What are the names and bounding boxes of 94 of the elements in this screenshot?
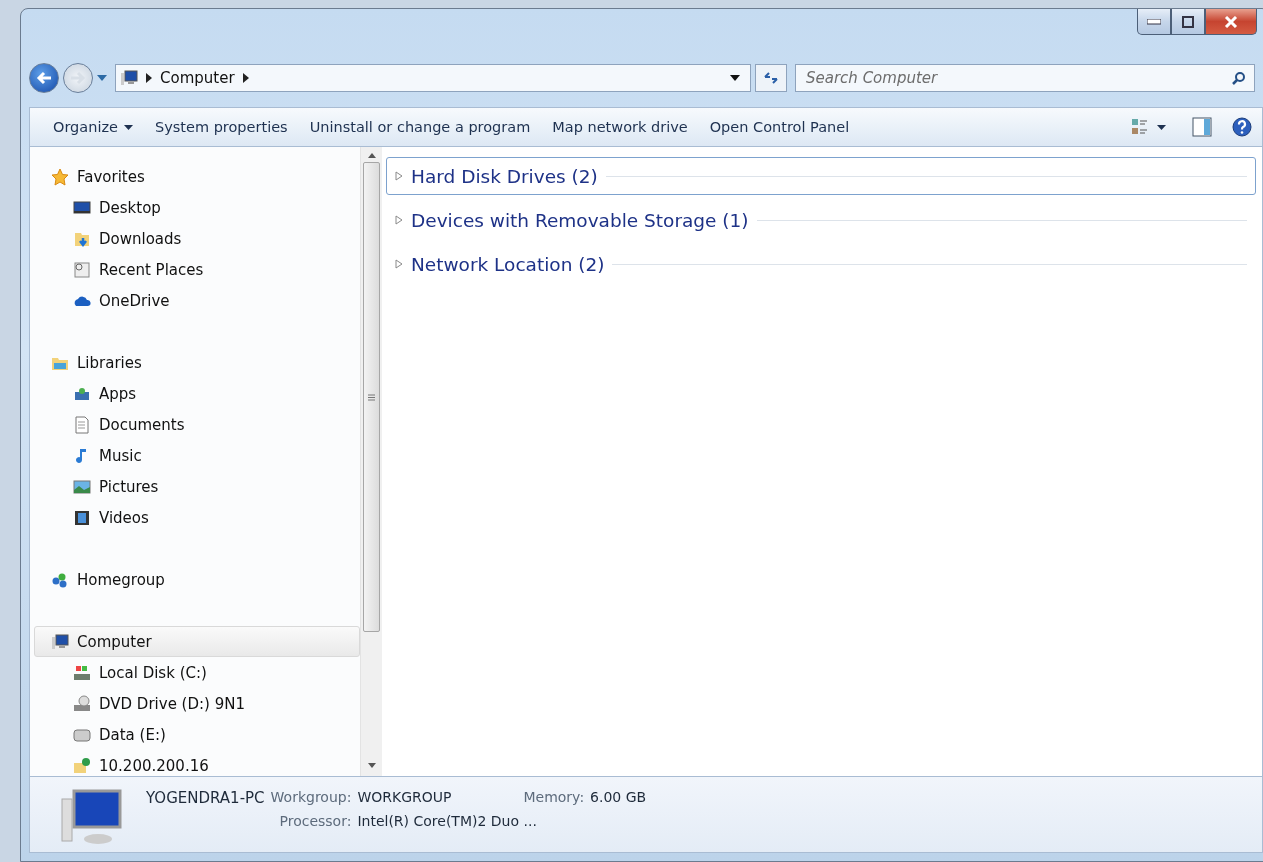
scrollbar[interactable] — [360, 147, 382, 776]
close-button[interactable] — [1205, 9, 1257, 35]
restore-icon — [1182, 15, 1194, 28]
nav-label: Apps — [99, 384, 137, 403]
right-arrow-icon — [70, 71, 86, 85]
scroll-down-icon[interactable] — [367, 763, 376, 768]
nav-label: Recent Places — [99, 260, 204, 279]
collapsed-icon — [395, 171, 403, 181]
nav-item[interactable]: Videos — [34, 502, 360, 533]
refresh-button[interactable] — [755, 64, 787, 92]
nav-item[interactable]: Documents — [34, 409, 360, 440]
toolbar-button[interactable]: Map network drive — [541, 113, 699, 141]
field-label: Processor: — [278, 813, 352, 829]
search-icon — [1232, 71, 1246, 85]
pictures-icon — [73, 477, 91, 496]
group-header[interactable]: Network Location (2) — [386, 245, 1256, 283]
nav-item[interactable]: Data (E:) — [34, 719, 360, 750]
nav-item[interactable]: OneDrive — [34, 285, 360, 316]
caret-icon[interactable] — [1157, 124, 1166, 130]
minimize-icon — [1147, 18, 1161, 25]
toolbar-button[interactable]: System properties — [143, 113, 299, 141]
videos-icon — [73, 508, 91, 527]
dropdown-icon[interactable] — [730, 75, 740, 81]
refresh-icon — [763, 71, 779, 85]
minimize-button[interactable] — [1137, 9, 1171, 35]
nav-label: Homegroup — [77, 570, 165, 589]
help-icon[interactable] — [1232, 117, 1252, 137]
nav-item[interactable]: Music — [34, 440, 360, 471]
search-input[interactable]: Search Computer — [804, 68, 1232, 88]
computer-icon — [120, 69, 138, 87]
toolbar-button[interactable]: Open Control Panel — [698, 113, 861, 141]
dvd-icon — [73, 694, 91, 713]
nav-label: Favorites — [77, 167, 145, 186]
disk-icon — [73, 663, 91, 682]
close-icon — [1224, 15, 1238, 28]
nav-item[interactable]: Apps — [34, 378, 360, 409]
nav-label: OneDrive — [99, 291, 170, 310]
nav-label: 10.200.200.16 — [99, 756, 209, 775]
group-header[interactable]: Hard Disk Drives (2) — [386, 157, 1256, 195]
nav-label: Local Disk (C:) — [99, 663, 207, 682]
field-value: Intel(R) Core(TM)2 Duo ... — [357, 813, 538, 829]
field-label: Workgroup: — [270, 789, 352, 807]
nav-item[interactable]: Local Disk (C:) — [34, 657, 360, 688]
breadcrumb-item[interactable]: Computer — [160, 69, 235, 87]
view-options-icon[interactable] — [1131, 118, 1149, 136]
desktop-icon — [73, 198, 91, 217]
nav-item[interactable]: Favorites — [34, 161, 360, 192]
scroll-up-icon[interactable] — [367, 153, 376, 158]
nav-item[interactable]: DVD Drive (D:) 9N1 — [34, 688, 360, 719]
search-field[interactable]: Search Computer — [795, 64, 1255, 92]
collapsed-icon — [395, 215, 403, 225]
preview-pane-icon[interactable] — [1192, 117, 1212, 137]
nav-label: Downloads — [99, 229, 182, 248]
computer-icon — [51, 632, 69, 651]
grip-icon — [368, 393, 375, 401]
recent-icon — [73, 260, 91, 279]
field-value: 6.00 GB — [590, 789, 647, 807]
computer-name: YOGENDRA1-PC — [146, 789, 265, 807]
field-value: WORKGROUP — [357, 789, 452, 807]
maximize-button[interactable] — [1171, 9, 1205, 35]
nav-item[interactable]: Downloads — [34, 223, 360, 254]
nav-item[interactable]: Libraries — [34, 347, 360, 378]
nav-label: Pictures — [99, 477, 159, 496]
forward-button[interactable] — [63, 63, 93, 93]
nav-item[interactable]: Desktop — [34, 192, 360, 223]
collapsed-icon — [395, 259, 403, 269]
scroll-thumb[interactable] — [363, 162, 380, 632]
nav-item[interactable]: Homegroup — [34, 564, 360, 595]
favorites-icon — [51, 167, 69, 186]
nav-label: DVD Drive (D:) 9N1 — [99, 694, 245, 713]
nav-item[interactable]: 10.200.200.16 — [34, 750, 360, 776]
toolbar-button[interactable]: Organize — [42, 113, 144, 141]
nav-label: Libraries — [77, 353, 142, 372]
nav-label: Data (E:) — [99, 725, 166, 744]
nav-item[interactable]: Computer — [34, 626, 360, 657]
nav-label: Documents — [99, 415, 185, 434]
nav-label: Videos — [99, 508, 149, 527]
chevron-right-icon[interactable] — [146, 73, 152, 83]
nav-item[interactable]: Recent Places — [34, 254, 360, 285]
address-bar[interactable]: Computer — [115, 64, 751, 92]
chevron-right-icon[interactable] — [242, 73, 249, 83]
group-header[interactable]: Devices with Removable Storage (1) — [386, 201, 1256, 239]
nav-label: Music — [99, 446, 142, 465]
computer-icon — [60, 789, 124, 847]
toolbar-button[interactable]: Uninstall or change a program — [298, 113, 542, 141]
network-icon — [73, 756, 91, 775]
nav-label: Computer — [77, 632, 152, 651]
documents-icon — [73, 415, 91, 434]
nav-label: Desktop — [99, 198, 161, 217]
nav-item[interactable]: Pictures — [34, 471, 360, 502]
caret-icon — [123, 124, 133, 130]
left-arrow-icon — [36, 71, 52, 85]
back-button[interactable] — [29, 63, 59, 93]
field-label: Memory: — [522, 789, 585, 807]
